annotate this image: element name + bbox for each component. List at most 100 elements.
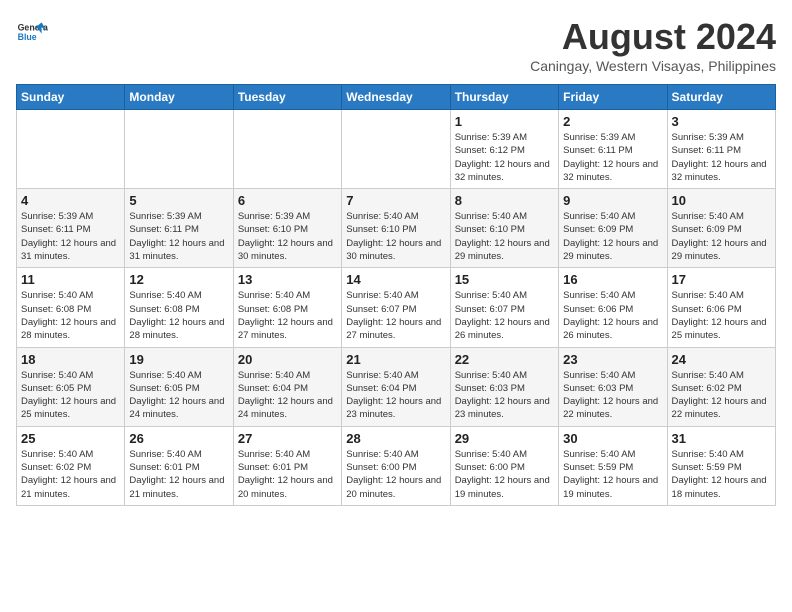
cell-date-number: 28 (346, 431, 445, 446)
calendar-cell: 4Sunrise: 5:39 AM Sunset: 6:11 PM Daylig… (17, 189, 125, 268)
cell-date-number: 31 (672, 431, 771, 446)
cell-content-text: Sunrise: 5:40 AM Sunset: 5:59 PM Dayligh… (672, 448, 771, 501)
cell-content-text: Sunrise: 5:40 AM Sunset: 6:07 PM Dayligh… (346, 289, 445, 342)
cell-date-number: 10 (672, 193, 771, 208)
cell-date-number: 25 (21, 431, 120, 446)
cell-content-text: Sunrise: 5:40 AM Sunset: 6:10 PM Dayligh… (346, 210, 445, 263)
logo-icon: General Blue (16, 16, 48, 48)
calendar-cell: 22Sunrise: 5:40 AM Sunset: 6:03 PM Dayli… (450, 347, 558, 426)
day-header-friday: Friday (559, 85, 667, 110)
cell-content-text: Sunrise: 5:40 AM Sunset: 6:02 PM Dayligh… (672, 369, 771, 422)
calendar-cell: 11 Sunrise: 5:40 AM Sunset: 6:08 PM Dayli… (17, 268, 125, 347)
cell-content-text: Sunrise: 5:40 AM Sunset: 6:00 PM Dayligh… (346, 448, 445, 501)
cell-date-number: 11 (21, 272, 120, 287)
week-row-5: 25 Sunrise: 5:40 AM Sunset: 6:02 PM Dayli… (17, 426, 776, 505)
calendar-cell: 20 Sunrise: 5:40 AM Sunset: 6:04 PM Dayli… (233, 347, 341, 426)
cell-content-text: Sunrise: 5:40 AM Sunset: 6:06 PM Dayligh… (672, 289, 771, 342)
cell-content-text: Sunrise: 5:40 AM Sunset: 6:05 PM Dayligh… (21, 369, 120, 422)
cell-content-text: Sunrise: 5:40 AM Sunset: 6:07 PM Dayligh… (455, 289, 554, 342)
calendar-cell: 30Sunrise: 5:40 AM Sunset: 5:59 PM Dayli… (559, 426, 667, 505)
calendar-cell (233, 110, 341, 189)
calendar-cell: 23Sunrise: 5:40 AM Sunset: 6:03 PM Dayli… (559, 347, 667, 426)
calendar-cell: 1 Sunrise: 5:39 AM Sunset: 6:12 PM Daylig… (450, 110, 558, 189)
cell-date-number: 8 (455, 193, 554, 208)
cell-content-text: Sunrise: 5:40 AM Sunset: 6:04 PM Dayligh… (346, 369, 445, 422)
svg-text:Blue: Blue (18, 32, 37, 42)
cell-content-text: Sunrise: 5:40 AM Sunset: 6:01 PM Dayligh… (238, 448, 337, 501)
calendar-cell: 14Sunrise: 5:40 AM Sunset: 6:07 PM Dayli… (342, 268, 450, 347)
logo: General Blue (16, 16, 48, 48)
calendar-cell: 28 Sunrise: 5:40 AM Sunset: 6:00 PM Dayli… (342, 426, 450, 505)
cell-date-number: 24 (672, 352, 771, 367)
cell-date-number: 22 (455, 352, 554, 367)
cell-content-text: Sunrise: 5:40 AM Sunset: 6:04 PM Dayligh… (238, 369, 337, 422)
calendar-cell: 10Sunrise: 5:40 AM Sunset: 6:09 PM Dayli… (667, 189, 775, 268)
cell-date-number: 20 (238, 352, 337, 367)
cell-date-number: 17 (672, 272, 771, 287)
week-row-1: 1 Sunrise: 5:39 AM Sunset: 6:12 PM Daylig… (17, 110, 776, 189)
cell-date-number: 6 (238, 193, 337, 208)
cell-date-number: 16 (563, 272, 662, 287)
cell-date-number: 29 (455, 431, 554, 446)
day-header-saturday: Saturday (667, 85, 775, 110)
cell-content-text: Sunrise: 5:40 AM Sunset: 6:08 PM Dayligh… (129, 289, 228, 342)
cell-content-text: Sunrise: 5:40 AM Sunset: 6:00 PM Dayligh… (455, 448, 554, 501)
cell-date-number: 15 (455, 272, 554, 287)
day-header-monday: Monday (125, 85, 233, 110)
calendar-cell: 12Sunrise: 5:40 AM Sunset: 6:08 PM Dayli… (125, 268, 233, 347)
day-header-wednesday: Wednesday (342, 85, 450, 110)
cell-date-number: 1 (455, 114, 554, 129)
calendar-cell: 5 Sunrise: 5:39 AM Sunset: 6:11 PM Daylig… (125, 189, 233, 268)
cell-date-number: 26 (129, 431, 228, 446)
calendar-cell: 17 Sunrise: 5:40 AM Sunset: 6:06 PM Dayli… (667, 268, 775, 347)
calendar-cell: 26 Sunrise: 5:40 AM Sunset: 6:01 PM Dayli… (125, 426, 233, 505)
cell-date-number: 23 (563, 352, 662, 367)
calendar-cell: 13Sunrise: 5:40 AM Sunset: 6:08 PM Dayli… (233, 268, 341, 347)
calendar-cell: 27 Sunrise: 5:40 AM Sunset: 6:01 PM Dayli… (233, 426, 341, 505)
calendar-cell: 25 Sunrise: 5:40 AM Sunset: 6:02 PM Dayli… (17, 426, 125, 505)
cell-content-text: Sunrise: 5:40 AM Sunset: 6:01 PM Dayligh… (129, 448, 228, 501)
day-header-sunday: Sunday (17, 85, 125, 110)
cell-date-number: 9 (563, 193, 662, 208)
week-row-3: 11 Sunrise: 5:40 AM Sunset: 6:08 PM Dayli… (17, 268, 776, 347)
cell-date-number: 5 (129, 193, 228, 208)
calendar-cell: 3 Sunrise: 5:39 AM Sunset: 6:11 PM Daylig… (667, 110, 775, 189)
calendar-cell (342, 110, 450, 189)
cell-date-number: 18 (21, 352, 120, 367)
calendar-cell: 18 Sunrise: 5:40 AM Sunset: 6:05 PM Dayli… (17, 347, 125, 426)
calendar-cell: 8Sunrise: 5:40 AM Sunset: 6:10 PM Daylig… (450, 189, 558, 268)
cell-date-number: 21 (346, 352, 445, 367)
cell-content-text: Sunrise: 5:40 AM Sunset: 6:02 PM Dayligh… (21, 448, 120, 501)
calendar-cell: 6 Sunrise: 5:39 AM Sunset: 6:10 PM Daylig… (233, 189, 341, 268)
calendar-cell: 9Sunrise: 5:40 AM Sunset: 6:09 PM Daylig… (559, 189, 667, 268)
cell-content-text: Sunrise: 5:39 AM Sunset: 6:11 PM Dayligh… (129, 210, 228, 263)
cell-date-number: 27 (238, 431, 337, 446)
calendar-cell: 19 Sunrise: 5:40 AM Sunset: 6:05 PM Dayli… (125, 347, 233, 426)
calendar-cell: 7 Sunrise: 5:40 AM Sunset: 6:10 PM Daylig… (342, 189, 450, 268)
calendar-cell: 2Sunrise: 5:39 AM Sunset: 6:11 PM Daylig… (559, 110, 667, 189)
cell-date-number: 13 (238, 272, 337, 287)
day-header-thursday: Thursday (450, 85, 558, 110)
header: General Blue August 2024 Caningay, Weste… (16, 16, 776, 74)
cell-date-number: 3 (672, 114, 771, 129)
cell-content-text: Sunrise: 5:40 AM Sunset: 6:05 PM Dayligh… (129, 369, 228, 422)
calendar-cell: 29 Sunrise: 5:40 AM Sunset: 6:00 PM Dayli… (450, 426, 558, 505)
week-row-4: 18 Sunrise: 5:40 AM Sunset: 6:05 PM Dayli… (17, 347, 776, 426)
title-area: August 2024 Caningay, Western Visayas, P… (530, 16, 776, 74)
cell-content-text: Sunrise: 5:39 AM Sunset: 6:11 PM Dayligh… (672, 131, 771, 184)
cell-date-number: 7 (346, 193, 445, 208)
cell-date-number: 30 (563, 431, 662, 446)
calendar-cell: 16Sunrise: 5:40 AM Sunset: 6:06 PM Dayli… (559, 268, 667, 347)
cell-content-text: Sunrise: 5:39 AM Sunset: 6:10 PM Dayligh… (238, 210, 337, 263)
calendar-cell: 31 Sunrise: 5:40 AM Sunset: 5:59 PM Dayli… (667, 426, 775, 505)
cell-content-text: Sunrise: 5:40 AM Sunset: 6:08 PM Dayligh… (21, 289, 120, 342)
cell-date-number: 2 (563, 114, 662, 129)
cell-date-number: 4 (21, 193, 120, 208)
calendar-cell: 21 Sunrise: 5:40 AM Sunset: 6:04 PM Dayli… (342, 347, 450, 426)
cell-content-text: Sunrise: 5:39 AM Sunset: 6:12 PM Dayligh… (455, 131, 554, 184)
calendar-cell: 24 Sunrise: 5:40 AM Sunset: 6:02 PM Dayli… (667, 347, 775, 426)
cell-date-number: 19 (129, 352, 228, 367)
day-header-tuesday: Tuesday (233, 85, 341, 110)
title-month: August 2024 (530, 16, 776, 58)
calendar-table: SundayMondayTuesdayWednesdayThursdayFrid… (16, 84, 776, 506)
